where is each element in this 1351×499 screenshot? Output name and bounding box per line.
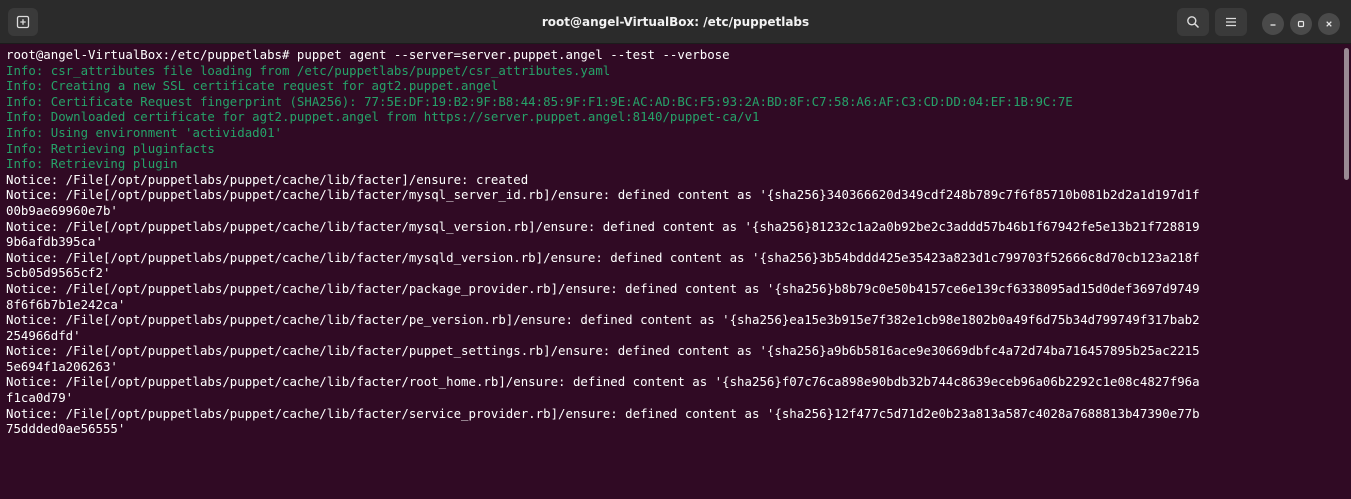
search-button[interactable]: [1177, 8, 1209, 36]
notice-line: Notice: /File[/opt/puppetlabs/puppet/cac…: [6, 374, 1200, 390]
notice-line: Notice: /File[/opt/puppetlabs/puppet/cac…: [6, 218, 1200, 234]
info-line: Info: Retrieving pluginfacts: [6, 140, 215, 156]
info-line: Info: Downloaded certificate for agt2.pu…: [6, 109, 760, 125]
info-line: Info: Retrieving plugin: [6, 156, 178, 172]
notice-line: Notice: /File[/opt/puppetlabs/puppet/cac…: [6, 343, 1200, 359]
title-bar[interactable]: root@angel-VirtualBox: /etc/puppetlabs: [0, 0, 1351, 44]
info-line: Info: Certificate Request fingerprint (S…: [6, 93, 1073, 109]
notice-line: 5cb05d9565cf2': [6, 265, 111, 281]
notice-line: 8f6f6b7b1e242ca': [6, 296, 126, 312]
close-icon: [1326, 21, 1332, 27]
notice-line: 75ddded0ae56555': [6, 421, 126, 437]
notice-line: Notice: /File[/opt/puppetlabs/puppet/cac…: [6, 249, 1200, 265]
minimize-icon: [1270, 24, 1276, 26]
search-icon: [1187, 16, 1200, 29]
terminal-window: root@angel-VirtualBox: /etc/puppetlabs r…: [0, 0, 1351, 499]
terminal-output[interactable]: root@angel-VirtualBox:/etc/puppetlabs# p…: [0, 44, 1351, 499]
notice-line: Notice: /File[/opt/puppetlabs/puppet/cac…: [6, 405, 1200, 421]
maximize-icon: [1297, 20, 1305, 28]
notice-line: Notice: /File[/opt/puppetlabs/puppet/cac…: [6, 280, 1200, 296]
notice-line: f1ca0d79': [6, 390, 74, 406]
notice-line: Notice: /File[/opt/puppetlabs/puppet/cac…: [6, 171, 529, 187]
terminal-scrollbar[interactable]: [1344, 48, 1349, 180]
maximize-button[interactable]: [1290, 13, 1312, 35]
info-line: Info: Creating a new SSL certificate req…: [6, 78, 499, 94]
menu-button[interactable]: [1215, 8, 1247, 36]
hamburger-menu-icon: [1226, 17, 1236, 27]
close-button[interactable]: [1318, 13, 1340, 35]
notice-line: 254966dfd': [6, 327, 81, 343]
notice-line: 5e694f1a206263': [6, 358, 118, 374]
notice-line: 9b6afdb395ca': [6, 234, 103, 250]
command-prompt-line: root@angel-VirtualBox:/etc/puppetlabs# p…: [6, 47, 730, 62]
notice-line: 00b9ae69960e7b': [6, 202, 118, 218]
window-title: root@angel-VirtualBox: /etc/puppetlabs: [541, 15, 810, 29]
minimize-button[interactable]: [1262, 13, 1284, 35]
notice-line: Notice: /File[/opt/puppetlabs/puppet/cac…: [6, 312, 1200, 328]
info-line: Info: csr_attributes file loading from /…: [6, 62, 611, 78]
notice-line: Notice: /File[/opt/puppetlabs/puppet/cac…: [6, 187, 1200, 203]
info-line: Info: Using environment 'actividad01': [6, 124, 283, 140]
